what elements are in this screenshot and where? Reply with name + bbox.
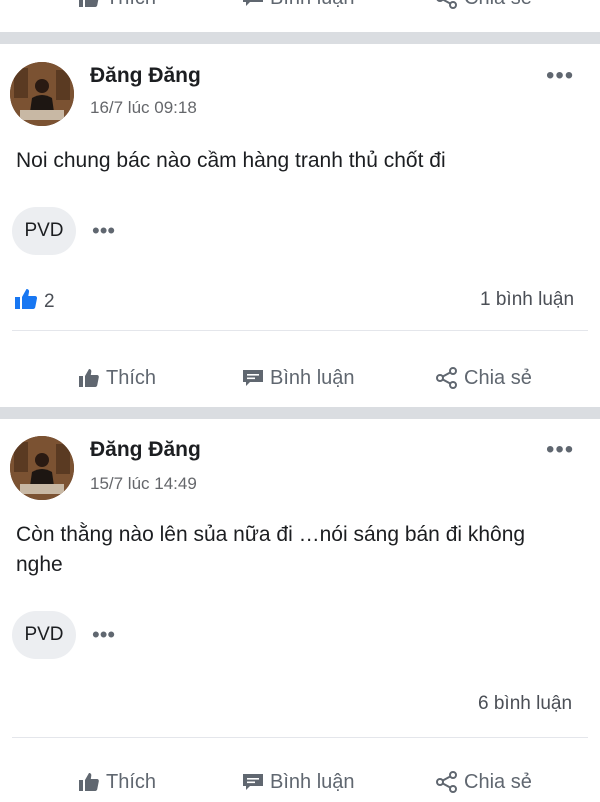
thumbs-up-icon <box>78 0 100 8</box>
share-icon <box>436 367 458 389</box>
stock-tag-label: PVD <box>24 220 64 241</box>
share-button[interactable]: Chia sẻ <box>436 358 532 398</box>
action-bar-top: Thích Bình luận Chia sẻ <box>0 0 600 18</box>
comment-button[interactable]: Bình luận <box>242 762 355 802</box>
comment-button[interactable]: Bình luận <box>242 358 355 398</box>
post-author[interactable]: Đăng Đăng <box>90 438 201 462</box>
thumbs-up-icon <box>78 368 100 388</box>
like-label: Thích <box>106 366 157 389</box>
like-reaction-icon <box>14 288 38 316</box>
post-separator <box>0 32 600 44</box>
avatar-image <box>10 436 74 500</box>
like-label: Thích <box>106 0 156 10</box>
stock-tag-chip[interactable]: PVD <box>12 611 76 659</box>
share-button[interactable]: Chia sẻ <box>436 762 532 802</box>
like-button[interactable]: Thích <box>78 358 156 398</box>
like-button[interactable]: Thích <box>78 762 156 802</box>
comment-count[interactable]: 1 bình luận <box>480 289 574 311</box>
share-button[interactable]: Chia sẻ <box>436 0 532 18</box>
share-icon <box>436 0 458 9</box>
comment-label: Bình luận <box>270 0 355 10</box>
post-timestamp[interactable]: 16/7 lúc 09:18 <box>90 98 197 118</box>
stock-tag-label: PVD <box>24 624 64 645</box>
more-options-icon[interactable]: ••• <box>546 436 574 464</box>
avatar[interactable] <box>10 62 74 126</box>
comment-icon <box>242 368 264 388</box>
divider <box>12 330 588 331</box>
share-icon <box>436 771 458 793</box>
more-options-icon[interactable]: ••• <box>546 62 574 90</box>
comment-icon <box>242 772 264 792</box>
comment-count[interactable]: 6 bình luận <box>478 693 572 715</box>
like-count-value: 2 <box>44 291 55 312</box>
divider <box>12 737 588 738</box>
post-text: Noi chung bác nào cầm hàng tranh thủ chố… <box>16 149 446 172</box>
comment-button[interactable]: Bình luận <box>242 0 355 18</box>
avatar[interactable] <box>10 436 74 500</box>
post-text: Còn thằng nào lên sủa nữa đi …nói sáng b… <box>16 523 526 576</box>
post-author[interactable]: Đăng Đăng <box>90 64 201 88</box>
comment-label: Bình luận <box>270 770 355 793</box>
share-label: Chia sẻ <box>464 366 532 389</box>
comment-icon <box>242 0 264 8</box>
action-bar: Thích Bình luận Chia sẻ <box>0 358 600 398</box>
stock-tag-chip[interactable]: PVD <box>12 207 76 255</box>
thumbs-up-icon <box>78 772 100 792</box>
action-bar: Thích Bình luận Chia sẻ <box>0 762 600 802</box>
avatar-image <box>10 62 74 126</box>
share-label: Chia sẻ <box>464 770 532 793</box>
tag-more-icon[interactable]: ••• <box>92 622 115 648</box>
post-separator <box>0 407 600 419</box>
share-label: Chia sẻ <box>464 0 532 10</box>
like-button[interactable]: Thích <box>78 0 156 18</box>
post-timestamp[interactable]: 15/7 lúc 14:49 <box>90 474 197 494</box>
like-label: Thích <box>106 770 157 793</box>
like-count[interactable]: 2 <box>14 288 55 316</box>
comment-label: Bình luận <box>270 366 355 389</box>
tag-more-icon[interactable]: ••• <box>92 218 115 244</box>
